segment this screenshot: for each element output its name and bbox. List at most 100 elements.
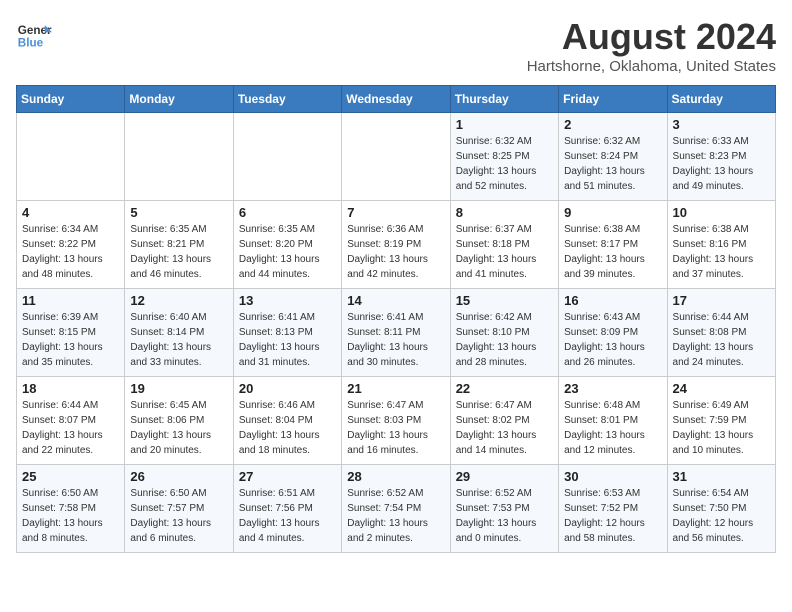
calendar-day-cell: 16 Sunrise: 6:43 AMSunset: 8:09 PMDayligh… [559, 289, 667, 377]
calendar-day-cell: 29 Sunrise: 6:52 AMSunset: 7:53 PMDayligh… [450, 465, 558, 553]
logo: General Blue [16, 16, 52, 52]
day-info: Sunrise: 6:47 AMSunset: 8:03 PMDaylight:… [347, 398, 444, 458]
day-number: 23 [564, 381, 661, 396]
day-info: Sunrise: 6:39 AMSunset: 8:15 PMDaylight:… [22, 310, 119, 370]
calendar-day-cell: 15Sunrise: 6:42 AMSunset: 8:10 PMDayligh… [450, 289, 558, 377]
calendar-day-cell: 21Sunrise: 6:47 AMSunset: 8:03 PMDayligh… [342, 377, 450, 465]
calendar-week-row: 25Sunrise: 6:50 AMSunset: 7:58 PMDayligh… [17, 465, 776, 553]
day-number: 22 [456, 381, 553, 396]
day-number: 12 [130, 293, 227, 308]
weekday-header: Saturday [667, 86, 775, 113]
day-number: 14 [347, 293, 444, 308]
day-number: 6 [239, 205, 336, 220]
day-info: Sunrise: 6:52 AMSunset: 7:53 PMDaylight:… [456, 486, 553, 546]
calendar-day-cell: 18Sunrise: 6:44 AMSunset: 8:07 PMDayligh… [17, 377, 125, 465]
day-number: 1 [456, 117, 553, 132]
day-info: Sunrise: 6:32 AMSunset: 8:25 PMDaylight:… [456, 134, 553, 194]
day-number: 31 [673, 469, 770, 484]
day-info: Sunrise: 6:51 AMSunset: 7:56 PMDaylight:… [239, 486, 336, 546]
day-info: Sunrise: 6:48 AMSunset: 8:01 PMDaylight:… [564, 398, 661, 458]
day-number: 3 [673, 117, 770, 132]
calendar-day-cell: 7 Sunrise: 6:36 AMSunset: 8:19 PMDaylight… [342, 201, 450, 289]
calendar-day-cell: 24 Sunrise: 6:49 AMSunset: 7:59 PMDayligh… [667, 377, 775, 465]
day-info: Sunrise: 6:38 AMSunset: 8:17 PMDaylight:… [564, 222, 661, 282]
calendar-day-cell [125, 113, 233, 201]
day-number: 30 [564, 469, 661, 484]
weekday-header: Monday [125, 86, 233, 113]
calendar-week-row: 11 Sunrise: 6:39 AMSunset: 8:15 PMDayligh… [17, 289, 776, 377]
weekday-header: Wednesday [342, 86, 450, 113]
day-number: 19 [130, 381, 227, 396]
day-info: Sunrise: 6:32 AMSunset: 8:24 PMDaylight:… [564, 134, 661, 194]
day-number: 26 [130, 469, 227, 484]
calendar-day-cell: 28 Sunrise: 6:52 AMSunset: 7:54 PMDayligh… [342, 465, 450, 553]
day-info: Sunrise: 6:54 AMSunset: 7:50 PMDaylight:… [673, 486, 770, 546]
day-info: Sunrise: 6:53 AMSunset: 7:52 PMDaylight:… [564, 486, 661, 546]
calendar-day-cell: 25Sunrise: 6:50 AMSunset: 7:58 PMDayligh… [17, 465, 125, 553]
day-number: 28 [347, 469, 444, 484]
day-info: Sunrise: 6:45 AMSunset: 8:06 PMDaylight:… [130, 398, 227, 458]
day-info: Sunrise: 6:50 AMSunset: 7:57 PMDaylight:… [130, 486, 227, 546]
calendar-day-cell: 22 Sunrise: 6:47 AMSunset: 8:02 PMDayligh… [450, 377, 558, 465]
calendar-day-cell: 11 Sunrise: 6:39 AMSunset: 8:15 PMDayligh… [17, 289, 125, 377]
calendar-day-cell: 2Sunrise: 6:32 AMSunset: 8:24 PMDaylight… [559, 113, 667, 201]
calendar-day-cell: 5 Sunrise: 6:35 AMSunset: 8:21 PMDaylight… [125, 201, 233, 289]
day-info: Sunrise: 6:34 AMSunset: 8:22 PMDaylight:… [22, 222, 119, 282]
weekday-header: Thursday [450, 86, 558, 113]
calendar-week-row: 18Sunrise: 6:44 AMSunset: 8:07 PMDayligh… [17, 377, 776, 465]
day-info: Sunrise: 6:35 AMSunset: 8:21 PMDaylight:… [130, 222, 227, 282]
day-number: 20 [239, 381, 336, 396]
day-info: Sunrise: 6:50 AMSunset: 7:58 PMDaylight:… [22, 486, 119, 546]
day-number: 7 [347, 205, 444, 220]
day-info: Sunrise: 6:52 AMSunset: 7:54 PMDaylight:… [347, 486, 444, 546]
day-info: Sunrise: 6:47 AMSunset: 8:02 PMDaylight:… [456, 398, 553, 458]
logo-icon: General Blue [16, 16, 52, 52]
day-number: 18 [22, 381, 119, 396]
day-number: 16 [564, 293, 661, 308]
day-info: Sunrise: 6:44 AMSunset: 8:08 PMDaylight:… [673, 310, 770, 370]
calendar-day-cell: 8 Sunrise: 6:37 AMSunset: 8:18 PMDaylight… [450, 201, 558, 289]
day-number: 17 [673, 293, 770, 308]
location-subtitle: Hartshorne, Oklahoma, United States [527, 58, 776, 75]
day-info: Sunrise: 6:33 AMSunset: 8:23 PMDaylight:… [673, 134, 770, 194]
day-info: Sunrise: 6:36 AMSunset: 8:19 PMDaylight:… [347, 222, 444, 282]
calendar-day-cell: 27Sunrise: 6:51 AMSunset: 7:56 PMDayligh… [233, 465, 341, 553]
calendar-day-cell: 4Sunrise: 6:34 AMSunset: 8:22 PMDaylight… [17, 201, 125, 289]
day-number: 10 [673, 205, 770, 220]
month-year-title: August 2024 [527, 16, 776, 58]
calendar-week-row: 1 Sunrise: 6:32 AMSunset: 8:25 PMDaylight… [17, 113, 776, 201]
calendar-day-cell: 3 Sunrise: 6:33 AMSunset: 8:23 PMDaylight… [667, 113, 775, 201]
day-number: 11 [22, 293, 119, 308]
day-number: 29 [456, 469, 553, 484]
day-number: 8 [456, 205, 553, 220]
calendar-day-cell [17, 113, 125, 201]
day-number: 5 [130, 205, 227, 220]
day-info: Sunrise: 6:42 AMSunset: 8:10 PMDaylight:… [456, 310, 553, 370]
day-info: Sunrise: 6:49 AMSunset: 7:59 PMDaylight:… [673, 398, 770, 458]
calendar-table: SundayMondayTuesdayWednesdayThursdayFrid… [16, 85, 776, 553]
weekday-header: Sunday [17, 86, 125, 113]
calendar-day-cell: 23 Sunrise: 6:48 AMSunset: 8:01 PMDayligh… [559, 377, 667, 465]
day-info: Sunrise: 6:37 AMSunset: 8:18 PMDaylight:… [456, 222, 553, 282]
calendar-day-cell: 17 Sunrise: 6:44 AMSunset: 8:08 PMDayligh… [667, 289, 775, 377]
calendar-day-cell: 19 Sunrise: 6:45 AMSunset: 8:06 PMDayligh… [125, 377, 233, 465]
svg-text:Blue: Blue [18, 37, 44, 50]
calendar-day-cell [233, 113, 341, 201]
calendar-day-cell: 31 Sunrise: 6:54 AMSunset: 7:50 PMDayligh… [667, 465, 775, 553]
calendar-day-cell: 14 Sunrise: 6:41 AMSunset: 8:11 PMDayligh… [342, 289, 450, 377]
day-info: Sunrise: 6:43 AMSunset: 8:09 PMDaylight:… [564, 310, 661, 370]
calendar-day-cell: 26 Sunrise: 6:50 AMSunset: 7:57 PMDayligh… [125, 465, 233, 553]
calendar-day-cell: 12Sunrise: 6:40 AMSunset: 8:14 PMDayligh… [125, 289, 233, 377]
day-number: 24 [673, 381, 770, 396]
day-info: Sunrise: 6:41 AMSunset: 8:13 PMDaylight:… [239, 310, 336, 370]
day-number: 9 [564, 205, 661, 220]
calendar-day-cell: 9 Sunrise: 6:38 AMSunset: 8:17 PMDaylight… [559, 201, 667, 289]
calendar-day-cell: 10Sunrise: 6:38 AMSunset: 8:16 PMDayligh… [667, 201, 775, 289]
calendar-day-cell: 20Sunrise: 6:46 AMSunset: 8:04 PMDayligh… [233, 377, 341, 465]
weekday-header: Friday [559, 86, 667, 113]
calendar-day-cell: 30 Sunrise: 6:53 AMSunset: 7:52 PMDayligh… [559, 465, 667, 553]
day-info: Sunrise: 6:41 AMSunset: 8:11 PMDaylight:… [347, 310, 444, 370]
page-header: General Blue August 2024 Hartshorne, Okl… [16, 16, 776, 75]
title-area: August 2024 Hartshorne, Oklahoma, United… [527, 16, 776, 75]
day-info: Sunrise: 6:35 AMSunset: 8:20 PMDaylight:… [239, 222, 336, 282]
